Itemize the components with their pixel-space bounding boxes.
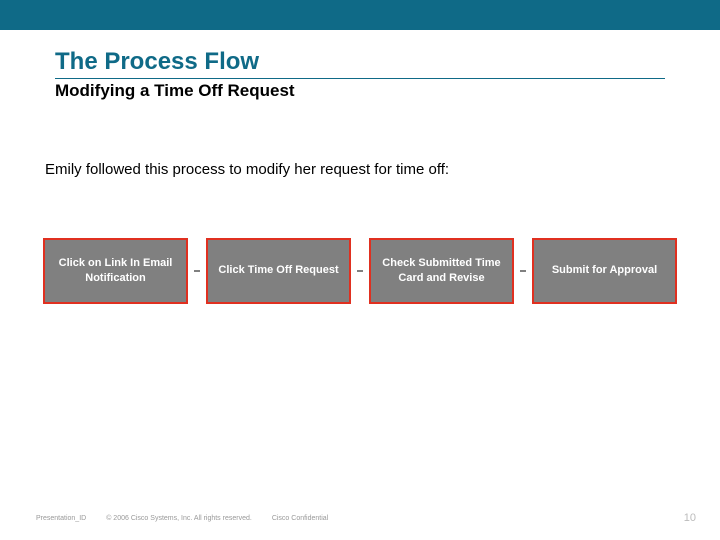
- flow-connector: [194, 270, 200, 272]
- footer-copyright: © 2006 Cisco Systems, Inc. All rights re…: [106, 515, 252, 522]
- flow-step-1: Click on Link In Email Notification: [43, 238, 188, 304]
- flow-step-2: Click Time Off Request: [206, 238, 351, 304]
- intro-text: Emily followed this process to modify he…: [45, 161, 665, 178]
- slide-footer: Presentation_ID © 2006 Cisco Systems, In…: [0, 512, 720, 524]
- slide-content: The Process Flow Modifying a Time Off Re…: [0, 30, 720, 304]
- process-flow-row: Click on Link In Email Notification Clic…: [35, 238, 685, 304]
- flow-connector: [357, 270, 363, 272]
- footer-confidential: Cisco Confidential: [272, 515, 328, 522]
- slide-title: The Process Flow: [55, 48, 665, 79]
- flow-step-4: Submit for Approval: [532, 238, 677, 304]
- flow-step-3: Check Submitted Time Card and Revise: [369, 238, 514, 304]
- flow-connector: [520, 270, 526, 272]
- top-accent-bar: [0, 0, 720, 30]
- slide-subtitle: Modifying a Time Off Request: [55, 81, 665, 101]
- footer-presentation-id: Presentation_ID: [36, 515, 86, 522]
- footer-page-number: 10: [684, 512, 696, 524]
